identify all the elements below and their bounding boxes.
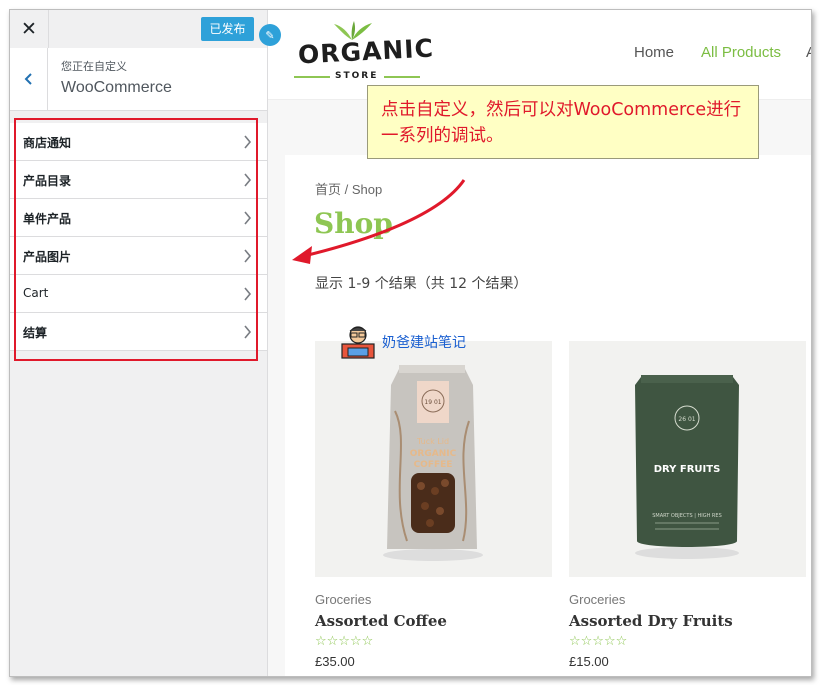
avatar-icon	[341, 326, 375, 359]
logo-subtitle: STORE	[335, 71, 379, 81]
watermark-text: 奶爸建站笔记	[382, 335, 466, 351]
site-logo[interactable]: ORGANIC STORE	[288, 20, 435, 86]
product-image[interactable]: 26 01 DRY FRUITS SMART OBJECTS | HIGH RE…	[569, 341, 806, 577]
product-category[interactable]: Groceries	[315, 592, 371, 607]
logo-wordmark: ORGANIC	[297, 33, 435, 70]
product-name[interactable]: Assorted Coffee	[315, 612, 447, 630]
product-price: £35.00	[315, 654, 355, 669]
pack-line-2: SMART OBJECTS | HIGH RES	[652, 513, 722, 519]
logo-divider-left	[294, 76, 330, 78]
annotation-callout: 点击自定义，然后可以对WooCommerce进行一系列的调试。	[367, 85, 759, 159]
product-card[interactable]: 26 01 DRY FRUITS SMART OBJECTS | HIGH RE…	[569, 341, 806, 669]
panel-title: WooCommerce	[61, 79, 172, 96]
product-card[interactable]: 19 01 Tuck Lid ORGANIC COFFEE Groceries …	[315, 341, 552, 669]
breadcrumb[interactable]: 首页 / Shop	[315, 179, 382, 198]
pack-line-2: ORGANIC	[410, 449, 457, 459]
product-name[interactable]: Assorted Dry Fruits	[569, 612, 733, 630]
product-category[interactable]: Groceries	[569, 592, 625, 607]
watermark: 奶爸建站笔记	[338, 322, 466, 362]
pack-line-1: DRY FRUITS	[654, 464, 721, 475]
close-icon: ✕	[21, 18, 37, 40]
logo-divider-right	[384, 76, 420, 78]
pack-line-1: Tuck Lid	[416, 437, 449, 446]
customizer-topbar: ✕ 已发布	[10, 10, 267, 49]
customizer-sidebar: ✕ 已发布 您正在自定义 WooCommerce 商店通知 产品目录 单件产品	[10, 10, 268, 676]
edit-shortcut-pencil-icon[interactable]: ✎	[259, 24, 281, 46]
product-image[interactable]: 19 01 Tuck Lid ORGANIC COFFEE	[315, 341, 552, 577]
rating-stars: ☆☆☆☆☆	[569, 634, 628, 649]
back-button[interactable]	[10, 48, 48, 110]
product-price: £15.00	[569, 654, 609, 669]
svg-text:19 01: 19 01	[424, 399, 441, 406]
pack-line-3: COFFEE	[414, 460, 453, 470]
nav-link-truncated[interactable]: A	[806, 44, 811, 61]
close-customizer-button[interactable]: ✕	[10, 10, 49, 48]
panel-subtitle: 您正在自定义	[61, 60, 127, 73]
nav-link-home[interactable]: Home	[634, 44, 674, 61]
svg-text:26 01: 26 01	[678, 416, 695, 423]
publish-button[interactable]: 已发布	[201, 17, 254, 41]
shop-content: 首页 / Shop Shop 显示 1-9 个结果（共 12 个结果） 19 0…	[285, 155, 811, 676]
page-title: Shop	[314, 207, 393, 240]
panel-header: 您正在自定义 WooCommerce	[10, 48, 267, 111]
chevron-left-icon	[24, 73, 32, 85]
rating-stars: ☆☆☆☆☆	[315, 634, 374, 649]
coffee-bag-illustration: 19 01 Tuck Lid ORGANIC COFFEE	[383, 365, 483, 561]
callout-text: 点击自定义，然后可以对WooCommerce进行一系列的调试。	[381, 100, 742, 146]
highlight-box	[14, 118, 258, 361]
result-count: 显示 1-9 个结果（共 12 个结果）	[315, 276, 528, 292]
nav-link-all-products[interactable]: All Products	[701, 44, 781, 61]
dry-fruits-bag-illustration: 26 01 DRY FRUITS SMART OBJECTS | HIGH RE…	[635, 375, 739, 559]
